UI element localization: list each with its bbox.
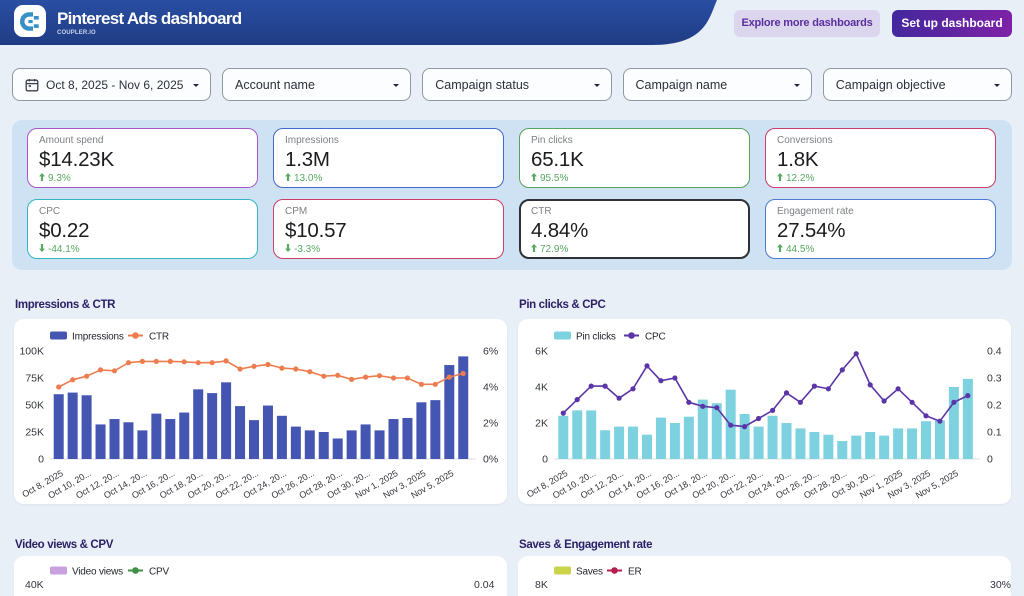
svg-text:0.1: 0.1 bbox=[987, 427, 1002, 439]
svg-text:CPC: CPC bbox=[645, 332, 666, 343]
svg-text:50K: 50K bbox=[25, 400, 44, 412]
svg-text:CTR: CTR bbox=[149, 332, 169, 343]
svg-text:2K: 2K bbox=[535, 418, 548, 430]
svg-text:0.3: 0.3 bbox=[987, 373, 1002, 385]
svg-text:4K: 4K bbox=[535, 382, 548, 394]
svg-text:0.4: 0.4 bbox=[987, 346, 1002, 358]
svg-text:4%: 4% bbox=[483, 382, 498, 394]
svg-text:75K: 75K bbox=[25, 373, 44, 385]
svg-text:0: 0 bbox=[542, 454, 548, 466]
svg-text:6K: 6K bbox=[535, 346, 548, 358]
svg-text:25K: 25K bbox=[25, 427, 44, 439]
svg-text:100K: 100K bbox=[19, 346, 44, 358]
svg-text:Saves: Saves bbox=[576, 567, 603, 578]
svg-text:CPV: CPV bbox=[149, 567, 169, 578]
svg-text:ER: ER bbox=[628, 567, 642, 578]
svg-text:2%: 2% bbox=[483, 418, 498, 430]
svg-text:Video views: Video views bbox=[72, 567, 123, 578]
svg-text:0: 0 bbox=[38, 454, 44, 466]
svg-text:6%: 6% bbox=[483, 346, 498, 358]
svg-text:0: 0 bbox=[987, 454, 993, 466]
svg-text:0.2: 0.2 bbox=[987, 400, 1002, 412]
svg-text:0%: 0% bbox=[483, 454, 498, 466]
svg-text:Impressions: Impressions bbox=[72, 332, 124, 343]
svg-text:Pin clicks: Pin clicks bbox=[576, 332, 616, 343]
